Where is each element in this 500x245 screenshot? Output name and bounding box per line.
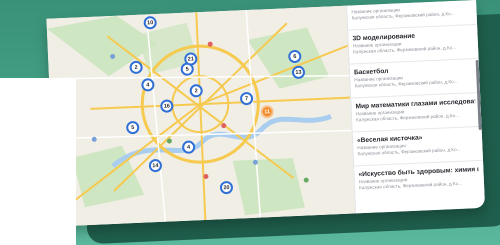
list-item[interactable]: Название организации Калужская область, … (351, 4, 471, 21)
app-screen: 10 2 5 4 2 16 21 7 6 4 14 20 5 11 13 Наз… (46, 0, 486, 227)
divider (348, 24, 477, 31)
divider (351, 91, 480, 99)
map-background (46, 5, 356, 227)
list-item[interactable]: Баскетбол Название организации Калужская… (354, 64, 475, 89)
divider (354, 159, 483, 167)
divider (352, 125, 481, 133)
list-item-highlighted[interactable]: Мир математики глазами исследовате... На… (355, 98, 476, 123)
divider (349, 57, 478, 65)
map-view[interactable]: 10 2 5 4 2 16 21 7 6 4 14 20 5 11 13 (46, 5, 356, 227)
white-card (0, 78, 76, 245)
list-item[interactable]: «Веселая кисточка» Название организации … (357, 132, 478, 157)
list-item[interactable]: «Искусство быть здоровым: химия в б... Н… (358, 166, 479, 191)
results-list[interactable]: Название организации Калужская область, … (346, 0, 486, 214)
list-item[interactable]: 3D моделирование Название организации Ка… (352, 30, 473, 55)
